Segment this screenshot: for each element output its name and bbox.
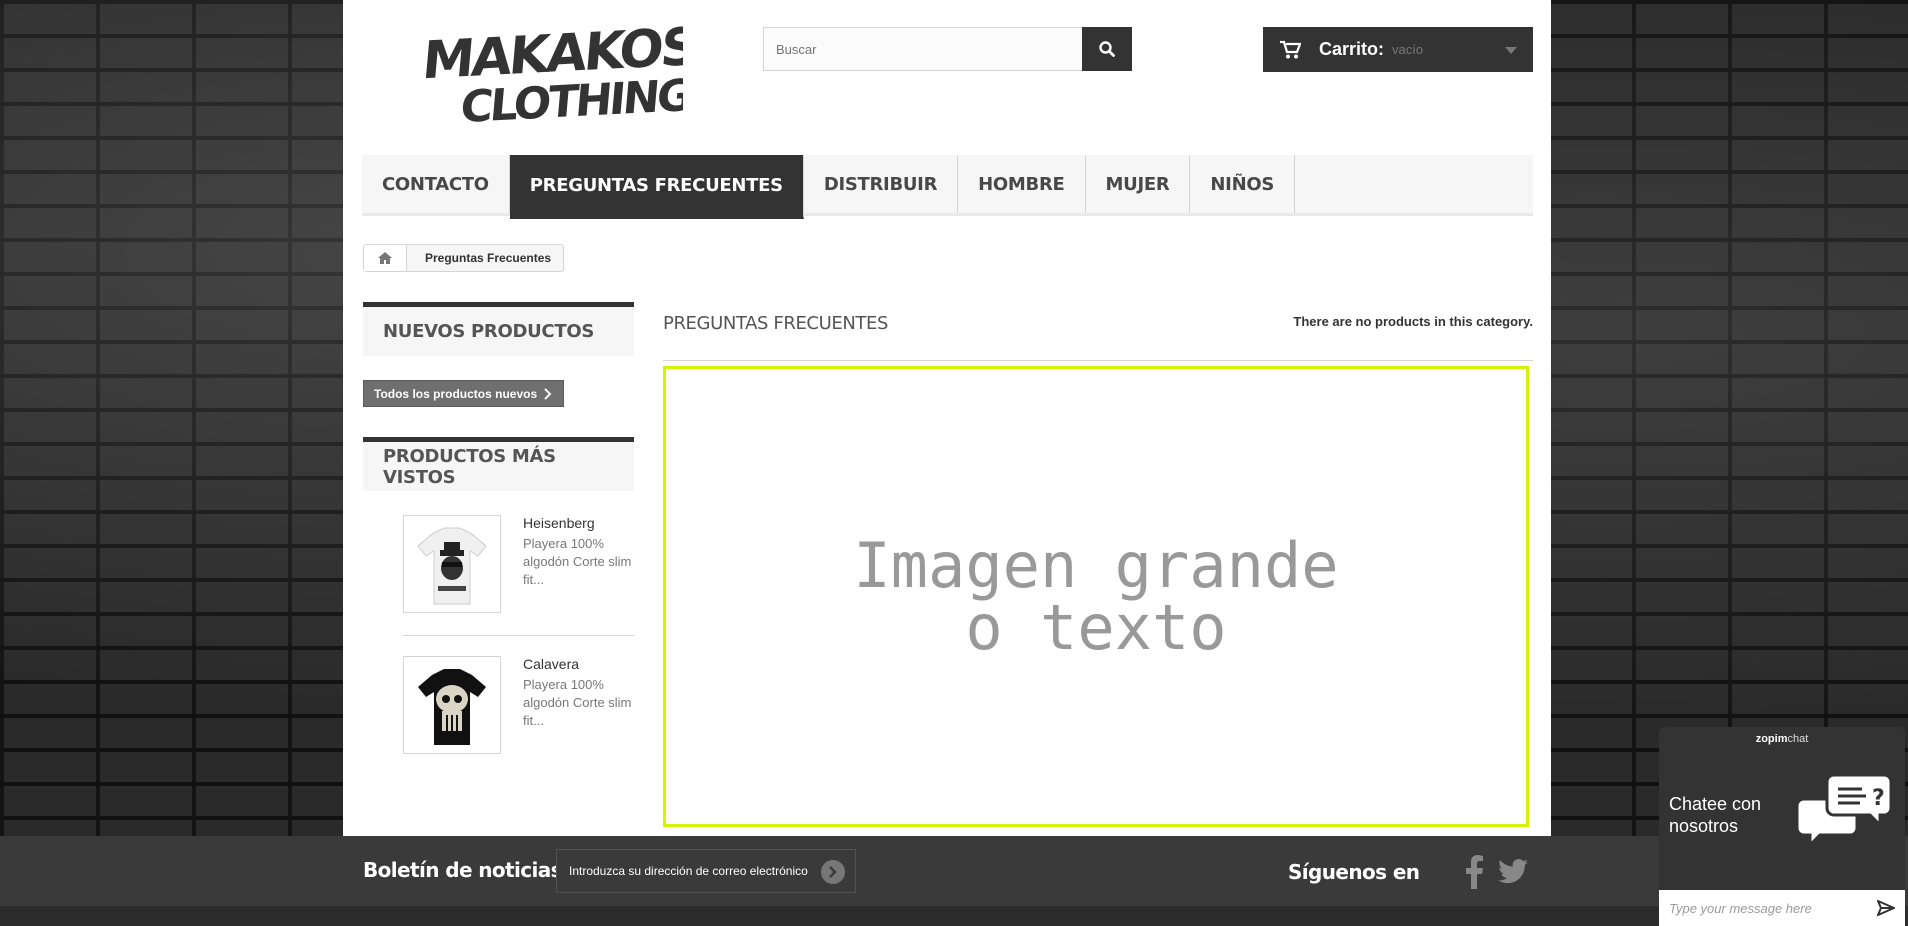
- newsletter-submit-button[interactable]: [821, 860, 845, 884]
- chevron-right-icon: [829, 866, 837, 878]
- main-menu: CONTACTO PREGUNTAS FRECUENTES DISTRIBUIR…: [362, 155, 1533, 219]
- chat-bubble-icon: ?: [1795, 773, 1893, 849]
- chat-widget[interactable]: zopimchat Chatee con nosotros ? Type you…: [1659, 727, 1905, 926]
- menu-item-ninos[interactable]: NIÑOS: [1190, 155, 1295, 213]
- footer-bottom-bar: [0, 906, 1908, 926]
- page-container: MAKAKOS CLOTHING Carrito: vacío CONTACTO…: [343, 0, 1551, 836]
- all-new-products-label: Todos los productos nuevos: [374, 386, 538, 401]
- twitter-icon[interactable]: [1498, 858, 1528, 886]
- new-products-title[interactable]: NUEVOS PRODUCTOS: [363, 302, 634, 356]
- send-icon[interactable]: [1877, 900, 1895, 916]
- chat-message-input[interactable]: Type your message here: [1659, 890, 1905, 926]
- chat-message-placeholder: Type your message here: [1669, 900, 1812, 916]
- facebook-icon[interactable]: [1464, 855, 1484, 889]
- search-icon: [1099, 41, 1115, 57]
- product-name[interactable]: Calavera: [523, 656, 579, 672]
- breadcrumb-home[interactable]: [364, 245, 407, 271]
- cart-icon: [1280, 40, 1301, 58]
- search-box: [763, 27, 1132, 71]
- hero-text: Imagen grande o texto: [853, 528, 1339, 664]
- menu-item-preguntas-frecuentes[interactable]: PREGUNTAS FRECUENTES: [509, 155, 804, 219]
- chevron-down-icon: [1505, 47, 1517, 54]
- cart-button[interactable]: Carrito: vacío: [1263, 27, 1533, 72]
- no-products-message: There are no products in this category.: [1293, 314, 1533, 329]
- search-input[interactable]: [764, 28, 1082, 70]
- newsletter-email-input[interactable]: Introduzca su dirección de correo electr…: [556, 849, 856, 893]
- menu-item-distribuir[interactable]: DISTRIBUIR: [804, 155, 959, 213]
- home-icon: [378, 252, 392, 264]
- menu-item-mujer[interactable]: MUJER: [1086, 155, 1191, 213]
- chat-call-to-action[interactable]: Chatee con nosotros: [1669, 793, 1789, 837]
- hero-placeholder: Imagen grande o texto: [663, 366, 1529, 827]
- product-description: Playera 100% algodón Corte slim fit...: [523, 536, 632, 587]
- chat-brand: zopimchat: [1755, 733, 1809, 745]
- newsletter-title: Boletín de noticias: [363, 858, 563, 882]
- menu-item-contacto[interactable]: CONTACTO: [362, 155, 510, 213]
- product-name[interactable]: Heisenberg: [523, 515, 595, 531]
- cart-status: vacío: [1392, 42, 1424, 57]
- page-title: PREGUNTAS FRECUENTES: [663, 313, 888, 334]
- site-logo[interactable]: MAKAKOS CLOTHING: [420, 4, 698, 133]
- search-button[interactable]: [1082, 27, 1132, 71]
- newsletter-placeholder: Introduzca su dirección de correo electr…: [569, 864, 808, 878]
- breadcrumb-current: Preguntas Frecuentes: [425, 251, 552, 265]
- product-thumbnail[interactable]: [403, 656, 501, 754]
- footer: [0, 836, 1908, 926]
- most-viewed-title[interactable]: PRODUCTOS MÁS VISTOS: [363, 437, 634, 491]
- all-new-products-button[interactable]: Todos los productos nuevos: [363, 380, 565, 407]
- divider: [663, 360, 1533, 361]
- product-thumbnail[interactable]: [403, 515, 501, 613]
- follow-us-title: Síguenos en: [1288, 860, 1420, 884]
- cart-label: Carrito:: [1319, 39, 1385, 59]
- breadcrumb: Preguntas Frecuentes: [363, 244, 565, 272]
- divider: [403, 635, 634, 636]
- menu-item-hombre[interactable]: HOMBRE: [958, 155, 1086, 213]
- product-description: Playera 100% algodón Corte slim fit...: [523, 677, 632, 728]
- chevron-right-icon: [544, 387, 552, 400]
- svg-text:?: ?: [1872, 786, 1885, 811]
